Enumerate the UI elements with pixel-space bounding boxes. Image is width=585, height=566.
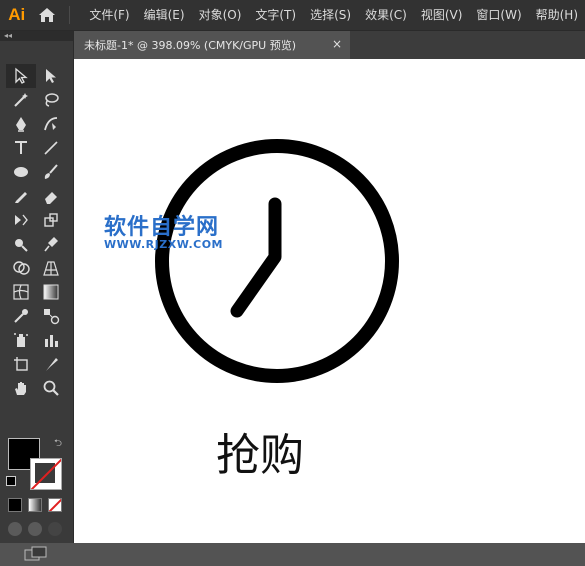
magic-wand-tool-icon[interactable] — [6, 88, 36, 112]
home-icon[interactable] — [33, 0, 61, 30]
document-tab-bar: 未标题-1* @ 398.09% (CMYK/GPU 预览) × — [74, 31, 585, 59]
app-logo: Ai — [8, 5, 26, 24]
gradient-tool-icon[interactable] — [36, 280, 66, 304]
menu-file[interactable]: 文件(F) — [82, 0, 136, 30]
document-tab[interactable]: 未标题-1* @ 398.09% (CMYK/GPU 预览) × — [74, 31, 350, 59]
lasso-tool-icon[interactable] — [36, 88, 66, 112]
direct-selection-tool-icon[interactable] — [36, 64, 66, 88]
pen-tool-icon[interactable] — [6, 112, 36, 136]
artboard-canvas[interactable]: 软件自学网 WWW.RJZXW.COM 抢购 — [74, 59, 585, 543]
menu-bar: Ai 文件(F) 编辑(E) 对象(O) 文字(T) 选择(S) 效果(C) 视… — [0, 0, 585, 31]
watermark-title: 软件自学网 — [104, 215, 220, 240]
curvature-tool-icon[interactable] — [36, 112, 66, 136]
draw-mode-row — [8, 522, 62, 536]
paintbrush-tool-icon[interactable] — [36, 160, 66, 184]
eraser-tool-icon[interactable] — [36, 184, 66, 208]
symbol-sprayer-tool-icon[interactable] — [6, 328, 36, 352]
tool-grid — [6, 64, 66, 400]
watermark-url: WWW.RJZXW.COM — [104, 238, 223, 251]
color-mode-icon[interactable] — [8, 498, 22, 512]
menu-view[interactable]: 视图(V) — [414, 0, 470, 30]
fill-stroke-controls: ⮌ — [6, 436, 66, 490]
close-icon[interactable]: × — [332, 37, 342, 51]
artboard-tool-icon[interactable] — [6, 352, 36, 376]
menu-divider — [69, 6, 71, 24]
column-graph-tool-icon[interactable] — [36, 328, 66, 352]
pencil-tool-icon[interactable] — [6, 184, 36, 208]
document-tab-label: 未标题-1* @ 398.09% (CMYK/GPU 预览) — [84, 39, 296, 52]
tools-panel: ◂◂ ⮌ — [0, 31, 74, 561]
ellipse-tool-icon[interactable] — [6, 160, 36, 184]
rotate-tool-icon[interactable] — [6, 208, 36, 232]
draw-normal-icon[interactable] — [8, 522, 22, 536]
menu-help[interactable]: 帮助(H) — [529, 0, 585, 30]
menu-edit[interactable]: 编辑(E) — [137, 0, 192, 30]
perspective-grid-tool-icon[interactable] — [36, 256, 66, 280]
draw-behind-icon[interactable] — [28, 522, 42, 536]
menu-effect[interactable]: 效果(C) — [358, 0, 414, 30]
stroke-swatch[interactable] — [30, 458, 62, 490]
slice-tool-icon[interactable] — [36, 352, 66, 376]
menu-type[interactable]: 文字(T) — [248, 0, 303, 30]
gradient-mode-icon[interactable] — [28, 498, 42, 512]
menu-window[interactable]: 窗口(W) — [469, 0, 528, 30]
clock-icon — [155, 139, 399, 383]
eyedropper-tool-icon[interactable] — [6, 304, 36, 328]
menu-items: 文件(F) 编辑(E) 对象(O) 文字(T) 选择(S) 效果(C) 视图(V… — [82, 0, 585, 30]
shape-builder-tool-icon[interactable] — [6, 256, 36, 280]
blend-tool-icon[interactable] — [36, 304, 66, 328]
menu-select[interactable]: 选择(S) — [303, 0, 358, 30]
default-fill-stroke-icon[interactable] — [6, 476, 16, 486]
none-mode-icon[interactable] — [48, 498, 62, 512]
caption-text: 抢购 — [216, 430, 304, 481]
mesh-tool-icon[interactable] — [6, 280, 36, 304]
draw-inside-icon[interactable] — [48, 522, 62, 536]
color-mode-row — [8, 498, 62, 512]
swap-fill-stroke-icon[interactable]: ⮌ — [54, 436, 62, 453]
type-tool-icon[interactable] — [6, 136, 36, 160]
line-segment-tool-icon[interactable] — [36, 136, 66, 160]
collapse-panel-icon[interactable]: ◂◂ — [0, 31, 73, 41]
zoom-tool-icon[interactable] — [36, 376, 66, 400]
hand-tool-icon[interactable] — [6, 376, 36, 400]
warp-tool-icon[interactable] — [6, 232, 36, 256]
puppet-warp-tool-icon[interactable] — [36, 232, 66, 256]
selection-tool-icon[interactable] — [6, 64, 36, 88]
menu-object[interactable]: 对象(O) — [192, 0, 249, 30]
screen-mode-icon[interactable] — [24, 546, 48, 562]
scale-tool-icon[interactable] — [36, 208, 66, 232]
